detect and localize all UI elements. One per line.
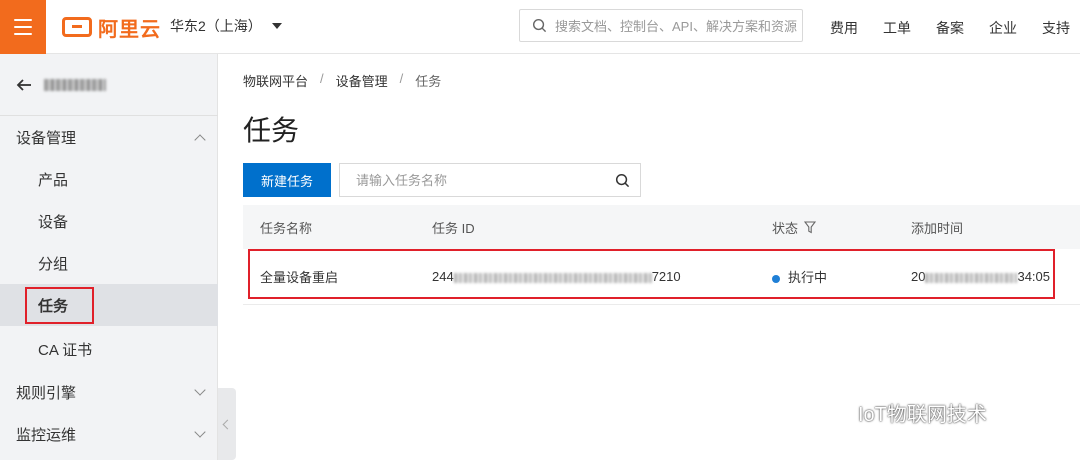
sidebar-group-label: 监控运维 [16, 426, 77, 444]
column-header-task-name: 任务名称 [260, 220, 313, 236]
search-icon [532, 18, 547, 33]
menu-line-icon [14, 19, 32, 21]
sidebar-item-groups[interactable]: 分组 [0, 242, 218, 284]
task-search-input[interactable] [356, 172, 596, 188]
search-placeholder: 搜索文档、控制台、API、解决方案和资源 [555, 19, 797, 34]
sidebar-group-label: 设备管理 [16, 129, 77, 147]
sidebar-item-label: 设备 [38, 213, 69, 231]
breadcrumb-separator: / [399, 71, 404, 86]
top-bar: 阿里云 华东2（上海） 搜索文档、控制台、API、解决方案和资源 费用 工单 备… [0, 0, 1080, 54]
nav-enterprise[interactable]: 企业 [989, 18, 1017, 38]
filter-icon[interactable] [804, 220, 817, 234]
arrow-left-icon [16, 78, 31, 91]
chevron-up-icon [194, 134, 206, 146]
sidebar-group-rules-engine[interactable]: 规则引擎 [0, 371, 218, 413]
sidebar-item-label: 产品 [38, 171, 69, 189]
nav-billing[interactable]: 费用 [830, 18, 858, 38]
sidebar-item-label: 分组 [38, 255, 69, 273]
column-header-task-id: 任务 ID [432, 220, 475, 236]
region-label: 华东2（上海） [170, 18, 262, 34]
column-header-status: 状态 [772, 218, 817, 237]
new-task-button[interactable]: 新建任务 [243, 163, 331, 197]
chevron-down-icon [194, 384, 206, 396]
aliyun-logo-icon [62, 17, 92, 37]
sidebar: 设备管理 产品 设备 分组 任务 CA 证书 规则引擎 监控运维 [0, 54, 218, 460]
region-selector[interactable]: 华东2（上海） [170, 16, 282, 36]
hamburger-menu-button[interactable] [0, 0, 46, 54]
column-header-added-time: 添加时间 [911, 220, 964, 236]
breadcrumb: 物联网平台 / 设备管理 / 任务 [243, 71, 441, 90]
nav-icp-filing[interactable]: 备案 [936, 18, 964, 38]
table-header: 任务名称 任务 ID 状态 添加时间 [243, 205, 1080, 249]
menu-line-icon [14, 33, 32, 35]
chevron-down-icon [194, 426, 206, 438]
instance-name-redacted [44, 78, 106, 91]
search-icon[interactable] [615, 173, 630, 188]
sidebar-item-devices[interactable]: 设备 [0, 200, 218, 242]
sidebar-group-label: 规则引擎 [16, 384, 77, 402]
wechat-icon [826, 402, 852, 423]
sidebar-group-monitoring[interactable]: 监控运维 [0, 413, 218, 455]
sidebar-item-label: CA 证书 [38, 341, 93, 359]
nav-tickets[interactable]: 工单 [883, 18, 911, 38]
sidebar-item-products[interactable]: 产品 [0, 158, 218, 200]
logo-text: 阿里云 [98, 18, 161, 41]
breadcrumb-current: 任务 [415, 74, 442, 89]
page-title: 任务 [243, 115, 300, 146]
task-search-box [339, 163, 641, 197]
breadcrumb-separator: / [320, 71, 324, 86]
highlight-box-task-row [248, 249, 1055, 299]
highlight-box-active-item [25, 287, 94, 324]
breadcrumb-item[interactable]: 物联网平台 [243, 71, 308, 90]
menu-line-icon [14, 26, 32, 28]
global-search-input[interactable]: 搜索文档、控制台、API、解决方案和资源 [519, 9, 803, 42]
breadcrumb-item[interactable]: 设备管理 [336, 71, 388, 90]
caret-down-icon [271, 23, 282, 29]
aliyun-logo[interactable]: 阿里云 [62, 14, 161, 41]
sidebar-back[interactable] [0, 54, 218, 116]
watermark: IoT物联网技术 [826, 398, 987, 427]
watermark-text: IoT物联网技术 [858, 404, 987, 426]
sidebar-item-ca-certificate[interactable]: CA 证书 [0, 328, 218, 370]
nav-support[interactable]: 支持 [1042, 18, 1070, 38]
status-header-label: 状态 [772, 220, 799, 236]
sidebar-group-device-management[interactable]: 设备管理 [0, 116, 218, 158]
